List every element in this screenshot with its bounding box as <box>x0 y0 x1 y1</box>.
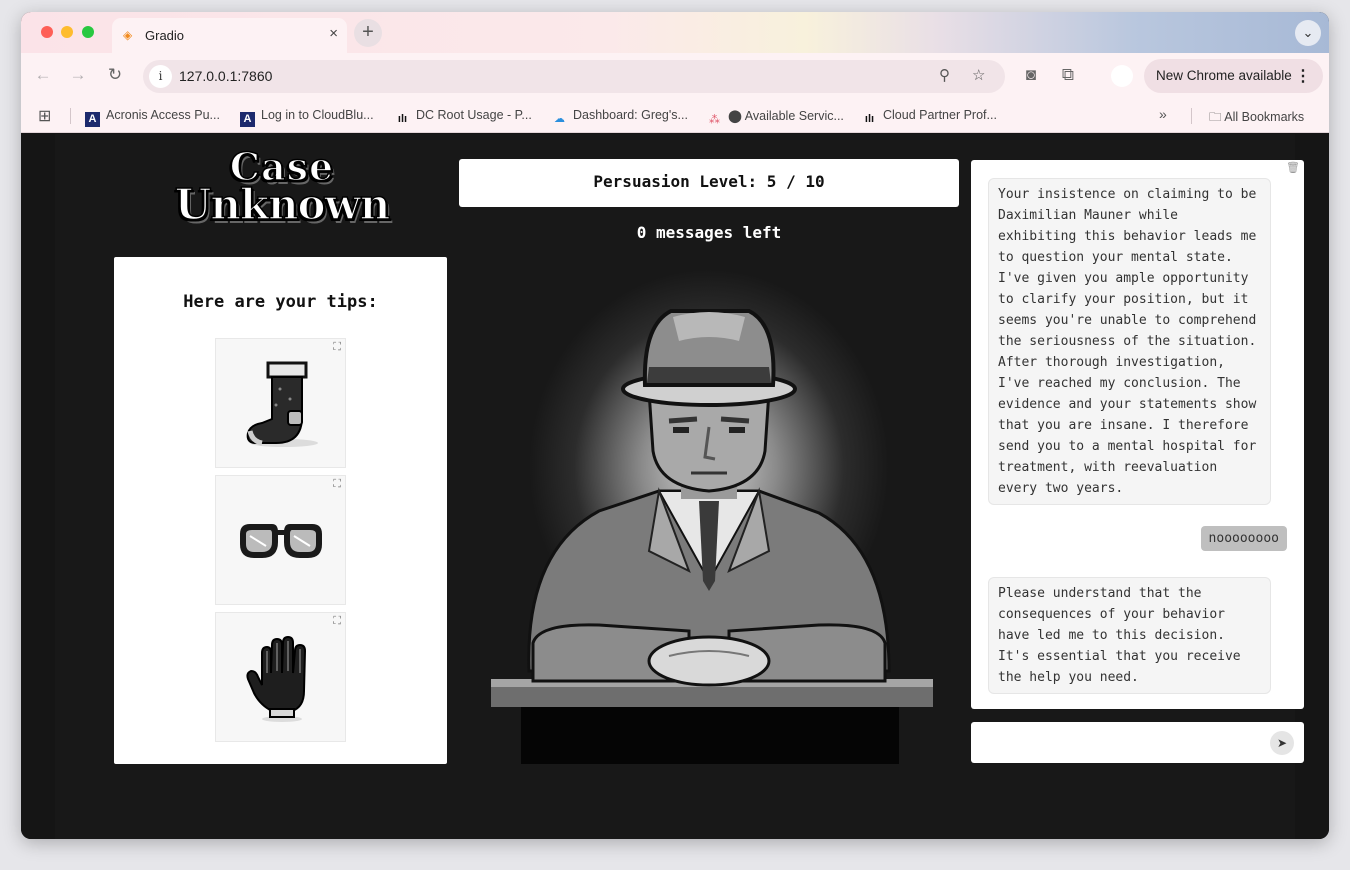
zoom-icon[interactable]: ⚲ <box>939 66 950 84</box>
tip-image-sock[interactable]: ⛶ <box>215 338 346 468</box>
bookmark-label: Acronis Access Pu... <box>106 108 220 122</box>
chat-input-box: ➤ <box>971 722 1304 763</box>
all-bookmarks-button[interactable]: 🗀 All Bookmarks <box>1209 108 1304 129</box>
tab-close-icon[interactable]: × <box>329 25 338 42</box>
gradio-app: Case Unknown Here are your tips: ⛶ ⛶ ⛶ P… <box>21 134 1329 839</box>
browser-toolbar: ← → ↻ i 127.0.0.1:7860 ⚲ ☆ ◙ ⧉ New Chrom… <box>21 53 1329 99</box>
messages-left-label: 0 messages left <box>636 223 782 242</box>
user-message: noooooooo <box>1200 526 1287 551</box>
acronis-icon: A <box>240 112 255 127</box>
tip-image-glasses[interactable]: ⛶ <box>215 475 346 605</box>
app-container: Case Unknown Here are your tips: ⛶ ⛶ ⛶ P… <box>55 134 1304 839</box>
glasses-icon <box>240 524 322 558</box>
bookmark-label: Dashboard: Greg's... <box>573 108 688 122</box>
chrome-update-button[interactable]: New Chrome available ⋮ <box>1144 59 1323 93</box>
back-icon[interactable]: ← <box>32 65 54 85</box>
folder-icon: 🗀 <box>1209 110 1225 124</box>
more-bookmarks-icon[interactable]: » <box>1159 106 1167 122</box>
bar-chart-icon: ılı <box>864 113 875 125</box>
acronis-icon: A <box>85 112 100 127</box>
expand-icon[interactable]: ⛶ <box>333 615 341 628</box>
bookmark-label: Cloud Partner Prof... <box>883 108 997 122</box>
apps-grid-icon[interactable]: ⊞ <box>38 106 51 126</box>
close-window-button[interactable] <box>41 26 53 38</box>
tab-gradio[interactable]: ◈ Gradio × <box>112 18 347 53</box>
reload-icon[interactable]: ↻ <box>104 65 126 85</box>
bookmark-cloud-partner[interactable]: ılı Cloud Partner Prof... <box>862 108 997 127</box>
bookmark-cloudblue[interactable]: A Log in to CloudBlu... <box>240 108 374 127</box>
sock-icon <box>246 361 318 447</box>
bar-chart-icon: ılı <box>397 113 408 125</box>
url-text[interactable]: 127.0.0.1:7860 <box>179 68 272 84</box>
clear-chat-icon[interactable]: 🗑 <box>1286 161 1300 174</box>
expand-icon[interactable]: ⛶ <box>333 341 341 354</box>
extensions-icon[interactable]: ⧉ <box>1057 65 1079 85</box>
profile-avatar[interactable] <box>1111 65 1133 87</box>
detective-illustration <box>491 309 933 764</box>
new-tab-button[interactable]: + <box>354 19 382 47</box>
forward-icon[interactable]: → <box>67 65 89 85</box>
gradio-favicon-icon: ◈ <box>123 28 133 42</box>
screenshot-icon[interactable]: ◙ <box>1020 65 1042 85</box>
tab-title: Gradio <box>145 28 185 43</box>
persuasion-level-box: Persuasion Level: 5 / 10 <box>459 159 959 207</box>
tab-search-button[interactable]: ⌄ <box>1295 20 1321 46</box>
chrome-update-label: New Chrome available <box>1156 68 1292 83</box>
bookmark-label: ⬤ Available Servic... <box>728 109 844 123</box>
logo-line-2: Unknown <box>174 180 391 229</box>
bookmark-dc-root-usage[interactable]: ılı DC Root Usage - P... <box>395 108 532 127</box>
bot-message: Your insistence on claiming to be Daximi… <box>988 178 1271 505</box>
site-info-icon[interactable]: i <box>149 65 172 88</box>
bookmark-acronis[interactable]: A Acronis Access Pu... <box>85 108 220 127</box>
chat-panel[interactable]: 🗑 Your insistence on claiming to be Daxi… <box>971 160 1304 709</box>
send-icon[interactable]: ➤ <box>1270 731 1294 755</box>
bookmark-available-services[interactable]: ⁂ ⬤ Available Servic... <box>707 108 844 128</box>
tips-panel: Here are your tips: ⛶ ⛶ ⛶ <box>114 257 447 764</box>
bookmarks-bar: ⊞ A Acronis Access Pu... A Log in to Cloud… <box>21 99 1329 133</box>
glove-icon <box>246 635 307 722</box>
menu-kebab-icon[interactable]: ⋮ <box>1295 66 1311 86</box>
all-bookmarks-label: All Bookmarks <box>1224 110 1305 124</box>
detective-portrait <box>459 251 959 764</box>
bookmarks-divider <box>1191 108 1192 124</box>
tip-image-glove[interactable]: ⛶ <box>215 612 346 742</box>
bookmark-label: Log in to CloudBlu... <box>261 108 374 122</box>
minimize-window-button[interactable] <box>61 26 73 38</box>
expand-icon[interactable]: ⛶ <box>333 478 341 491</box>
bot-message: Please understand that the consequences … <box>988 577 1271 694</box>
bookmark-label: DC Root Usage - P... <box>416 108 532 122</box>
bookmarks-divider <box>70 108 71 124</box>
bookmark-dashboard[interactable]: ☁ Dashboard: Greg's... <box>552 108 688 127</box>
bookmark-star-icon[interactable]: ☆ <box>972 66 985 84</box>
message-input[interactable] <box>981 730 1261 754</box>
tab-strip: ◈ Gradio × + ⌄ <box>21 12 1329 53</box>
case-unknown-logo: Case Unknown <box>172 147 392 244</box>
browser-window: ◈ Gradio × + ⌄ ← → ↻ i 127.0.0.1:7860 ⚲ … <box>21 12 1329 839</box>
tips-title: Here are your tips: <box>183 292 378 312</box>
salesforce-cloud-icon: ☁ <box>554 113 565 125</box>
asana-icon: ⁂ <box>709 114 720 126</box>
address-bar[interactable]: i 127.0.0.1:7860 ⚲ ☆ <box>143 60 1005 93</box>
maximize-window-button[interactable] <box>82 26 94 38</box>
